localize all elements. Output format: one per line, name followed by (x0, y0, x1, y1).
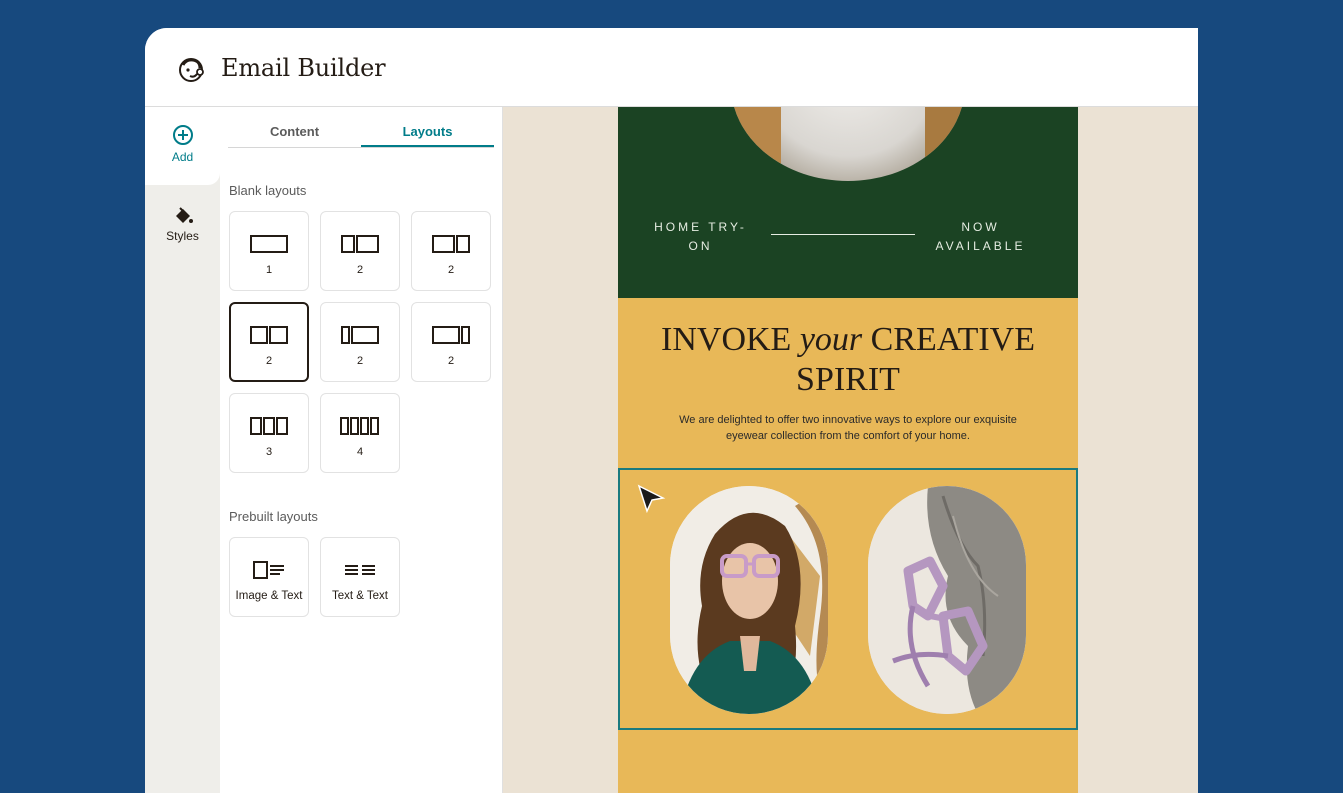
two-column-icon (341, 326, 379, 344)
prebuilt-layouts-title: Prebuilt layouts (229, 509, 318, 524)
two-column-icon (432, 235, 470, 253)
model-photo[interactable] (670, 486, 828, 714)
panel-tabs: Content Layouts (228, 117, 494, 148)
freddie-logo-icon (179, 58, 204, 82)
app-title: Email Builder (221, 54, 386, 82)
tab-layouts[interactable]: Layouts (361, 124, 494, 139)
add-rail-button[interactable]: Add (145, 107, 220, 185)
two-column-icon (341, 235, 379, 253)
email-preview: HOME TRY-ON NOW AVAILABLE INVOKE your CR… (618, 107, 1078, 793)
layout-tile-2col-sidebar-right[interactable]: 2 (411, 302, 491, 382)
layout-tile-2col-wide-narrow[interactable]: 2 (411, 211, 491, 291)
layout-tile-label: 3 (265, 446, 273, 458)
layout-tile-label: 2 (265, 355, 273, 367)
email-subtext: We are delighted to offer two innovative… (679, 414, 1017, 442)
layout-tile-2col-narrow-wide[interactable]: 2 (320, 211, 400, 291)
paint-bucket-icon (175, 207, 193, 223)
glasses-photo[interactable] (868, 486, 1026, 714)
email-canvas: HOME TRY-ON NOW AVAILABLE INVOKE your CR… (502, 107, 1198, 793)
layout-tile-label: 4 (356, 446, 364, 458)
header-right-text: NOW AVAILABLE (935, 220, 1026, 253)
header-divider (771, 234, 915, 235)
layout-tile-label: Text & Text (331, 590, 389, 602)
one-column-icon (250, 235, 288, 253)
email-headline: INVOKE your CREATIVE SPIRIT (661, 321, 1035, 398)
top-bar: Email Builder (145, 28, 1198, 107)
image-text-icon (253, 561, 284, 579)
layout-tile-1col[interactable]: 1 (229, 211, 309, 291)
layout-tile-text-text[interactable]: Text & Text (320, 537, 400, 617)
layout-tile-label: 2 (447, 264, 455, 276)
layout-tile-3col[interactable]: 3 (229, 393, 309, 473)
tab-content[interactable]: Content (228, 124, 361, 139)
two-column-icon (250, 326, 288, 344)
layout-tile-2col-equal[interactable]: 2 (229, 302, 309, 382)
selected-image-block[interactable] (618, 468, 1078, 730)
layout-tile-4col[interactable]: 4 (320, 393, 400, 473)
blank-layouts-title: Blank layouts (229, 183, 307, 198)
two-column-icon (432, 326, 470, 344)
styles-rail-button[interactable]: Styles (145, 197, 220, 257)
layout-tile-label: 1 (265, 264, 273, 276)
hero-image (731, 107, 965, 181)
app-window: Email Builder Add Styles Content Layouts (145, 28, 1198, 793)
layout-tile-label: 2 (447, 355, 455, 367)
four-column-icon (340, 417, 379, 435)
email-body-block[interactable]: INVOKE your CREATIVE SPIRIT We are delig… (618, 298, 1078, 793)
email-header-block[interactable]: HOME TRY-ON NOW AVAILABLE (618, 107, 1078, 298)
header-left-text: HOME TRY-ON (654, 220, 747, 253)
layout-tile-label: 2 (356, 355, 364, 367)
layout-tile-image-text[interactable]: Image & Text (229, 537, 309, 617)
layout-tile-2col-sidebar-left[interactable]: 2 (320, 302, 400, 382)
layouts-panel: Content Layouts Blank layouts 1 2 2 2 2 (220, 107, 502, 793)
cursor-arrow-icon (637, 484, 666, 514)
text-text-icon (345, 565, 375, 575)
left-rail: Add Styles (145, 107, 220, 793)
plus-circle-icon (172, 125, 193, 145)
layout-tile-label: Image & Text (235, 590, 303, 602)
three-column-icon (250, 417, 288, 435)
styles-rail-label: Styles (166, 229, 199, 243)
add-rail-label: Add (171, 150, 194, 164)
active-tab-indicator (361, 145, 494, 147)
layout-tile-label: 2 (356, 264, 364, 276)
